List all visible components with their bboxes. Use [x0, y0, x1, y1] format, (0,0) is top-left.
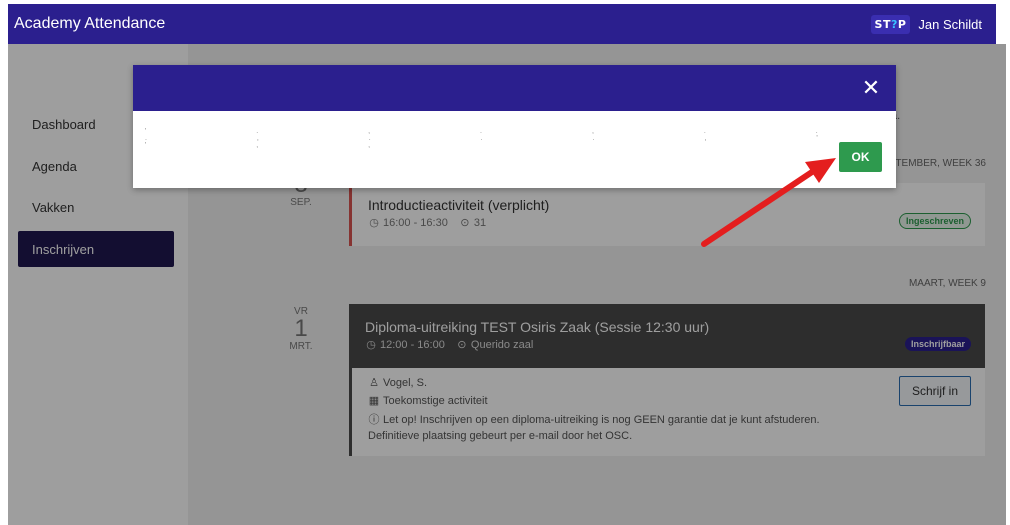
- app-title: Academy Attendance: [14, 15, 166, 32]
- ok-button[interactable]: OK: [839, 142, 882, 172]
- modal-body: ' . , . , . . . , . . . , ' ' , , OK: [133, 111, 896, 188]
- stip-logo: ST?P: [870, 14, 911, 34]
- close-icon[interactable]: ✕: [858, 75, 884, 101]
- top-bar: Academy Attendance ST?P Jan Schildt: [8, 4, 996, 44]
- notification-modal: ✕ ' . , . , . . . , . . . , ' ' , , OK: [133, 65, 896, 188]
- modal-message: ' . , . , . . . , . . . , ' ' , ,: [145, 128, 872, 149]
- user-name: Jan Schildt: [918, 16, 982, 32]
- user-menu[interactable]: ST?P Jan Schildt: [870, 14, 982, 34]
- modal-header: ✕: [133, 65, 896, 111]
